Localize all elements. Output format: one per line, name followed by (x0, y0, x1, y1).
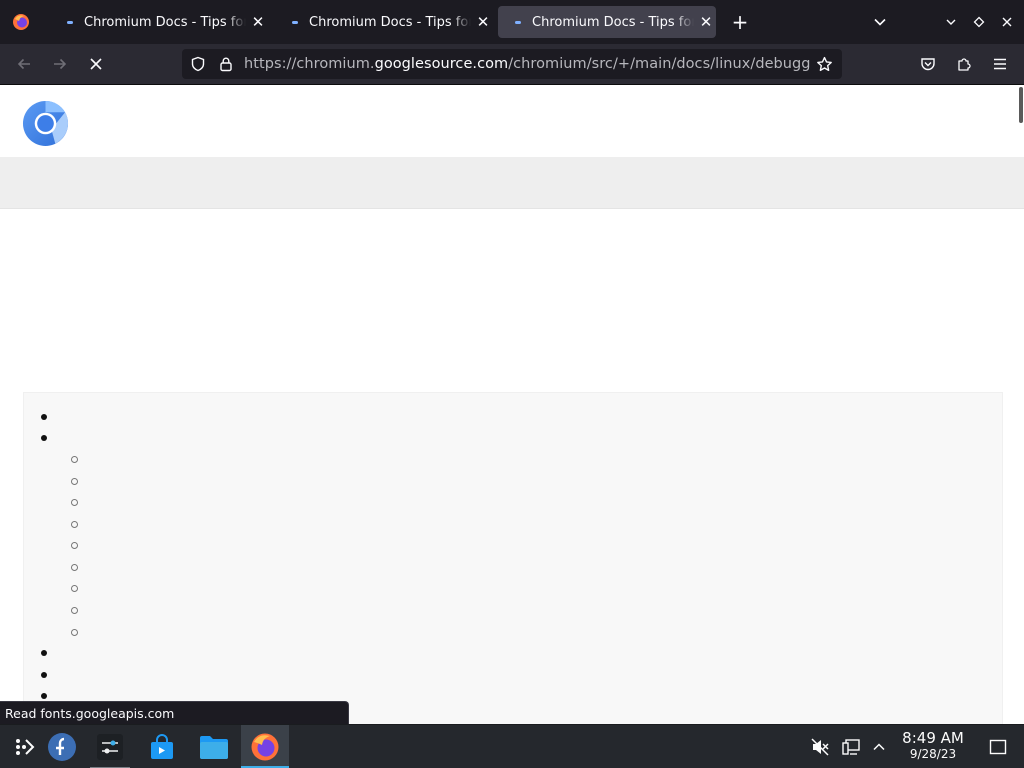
chromium-docs-favicon (62, 14, 78, 30)
tab-strip: Chromium Docs - Tips for debugging on Li… (0, 0, 1024, 44)
extensions-button[interactable] (950, 50, 978, 78)
hamburger-menu-icon (994, 58, 1006, 70)
fedora-launcher[interactable] (38, 725, 86, 768)
toc-bullet (41, 693, 47, 699)
system-tray-expand-icon[interactable] (867, 735, 891, 759)
toc-sub-bullet (71, 456, 78, 463)
tab-title: Chromium Docs - Tips for debugging on Li… (309, 14, 471, 30)
url-domain: googlesource.com (374, 56, 509, 72)
site-header (0, 85, 1024, 157)
digital-clock[interactable]: 8:49 AM 9/28/23 (896, 729, 970, 761)
clock-time: 8:49 AM (902, 729, 964, 747)
discover-software-center[interactable] (138, 725, 186, 768)
url-text[interactable]: https://chromium.googlesource.com/chromi… (244, 56, 810, 72)
tab-title: Chromium Docs - Tips for debugging on Li… (532, 14, 694, 30)
lock-icon[interactable] (212, 50, 240, 78)
firefox-view-button[interactable] (0, 0, 42, 44)
vertical-scrollbar[interactable] (1019, 87, 1023, 123)
taskbar: 8:49 AM 9/28/23 (0, 724, 1024, 768)
site-navigation-bar (0, 157, 1024, 209)
toc-sub-bullet (71, 499, 78, 506)
arrow-left-icon (17, 58, 30, 70)
app-menu-button[interactable] (986, 50, 1014, 78)
bookmark-star-icon[interactable] (810, 50, 838, 78)
chromium-docs-favicon (510, 14, 526, 30)
tab-title: Chromium Docs - Tips for debugging on Li… (84, 14, 246, 30)
toc-sub-bullet (71, 607, 78, 614)
stop-x-icon (90, 58, 102, 70)
web-page-content (0, 85, 1024, 724)
launcher-icon (16, 739, 35, 755)
toc-bullet (41, 650, 47, 656)
tab-2[interactable]: Chromium Docs - Tips for debugging on Li… (275, 6, 493, 38)
minimize-icon (946, 19, 956, 25)
volume-muted-icon[interactable] (808, 735, 832, 759)
desktop-icon (989, 739, 1007, 755)
close-icon (1002, 17, 1012, 27)
show-desktop-button[interactable] (986, 735, 1010, 759)
toc-sub-bullet (71, 478, 78, 485)
folder-icon (200, 736, 228, 759)
tab-3-active[interactable]: Chromium Docs - Tips for debugging on Li… (498, 6, 716, 38)
url-prefix: https://chromium. (244, 56, 375, 72)
status-panel: Read fonts.googleapis.com (0, 701, 349, 724)
settings-sliders-icon (97, 734, 123, 760)
navigation-toolbar: https://chromium.googlesource.com/chromi… (0, 44, 1024, 85)
file-manager[interactable] (190, 725, 238, 768)
tab-close-icon[interactable]: ✕ (696, 12, 716, 32)
tracking-protection-shield-icon[interactable] (184, 50, 212, 78)
chromium-logo-icon[interactable] (22, 100, 69, 147)
list-all-tabs-button[interactable] (868, 10, 892, 34)
toc-sub-bullet (71, 521, 78, 528)
arrow-right-icon (54, 58, 67, 70)
tab-1[interactable]: Chromium Docs - Tips for debugging on Li… (50, 6, 268, 38)
toc-sub-bullet (71, 542, 78, 549)
forward-button[interactable] (46, 50, 74, 78)
puzzle-piece-icon (958, 58, 971, 71)
toc-bullet (41, 414, 47, 420)
maximize-button[interactable] (969, 12, 989, 32)
toc-sub-bullet (71, 564, 78, 571)
address-bar[interactable]: https://chromium.googlesource.com/chromi… (182, 49, 842, 79)
tab-close-icon[interactable]: ✕ (248, 12, 268, 32)
firefox-icon (251, 733, 279, 761)
url-path: /chromium/src/+/main/docs/linux/debuggin… (508, 56, 810, 72)
maximize-icon (973, 16, 985, 28)
toc-bullet (41, 435, 47, 441)
tab-close-icon[interactable]: ✕ (473, 12, 493, 32)
fedora-icon (48, 733, 76, 761)
table-of-contents (23, 392, 1003, 724)
stop-loading-button[interactable] (82, 50, 110, 78)
pocket-button[interactable] (914, 50, 942, 78)
network-icon[interactable] (839, 735, 863, 759)
close-window-button[interactable] (997, 12, 1017, 32)
toc-bullet (41, 672, 47, 678)
back-button[interactable] (10, 50, 38, 78)
toc-sub-bullet (71, 585, 78, 592)
firefox-icon (13, 14, 29, 30)
firefox-task[interactable] (241, 725, 289, 768)
chromium-docs-favicon (287, 14, 303, 30)
chevron-down-icon (874, 18, 886, 26)
system-settings-task[interactable] (86, 725, 134, 768)
new-tab-button[interactable]: + (728, 10, 752, 34)
shopping-bag-icon (151, 734, 173, 759)
pocket-icon (921, 58, 935, 71)
minimize-button[interactable] (941, 12, 961, 32)
clock-date: 9/28/23 (909, 747, 957, 761)
toc-sub-bullet (71, 629, 78, 636)
